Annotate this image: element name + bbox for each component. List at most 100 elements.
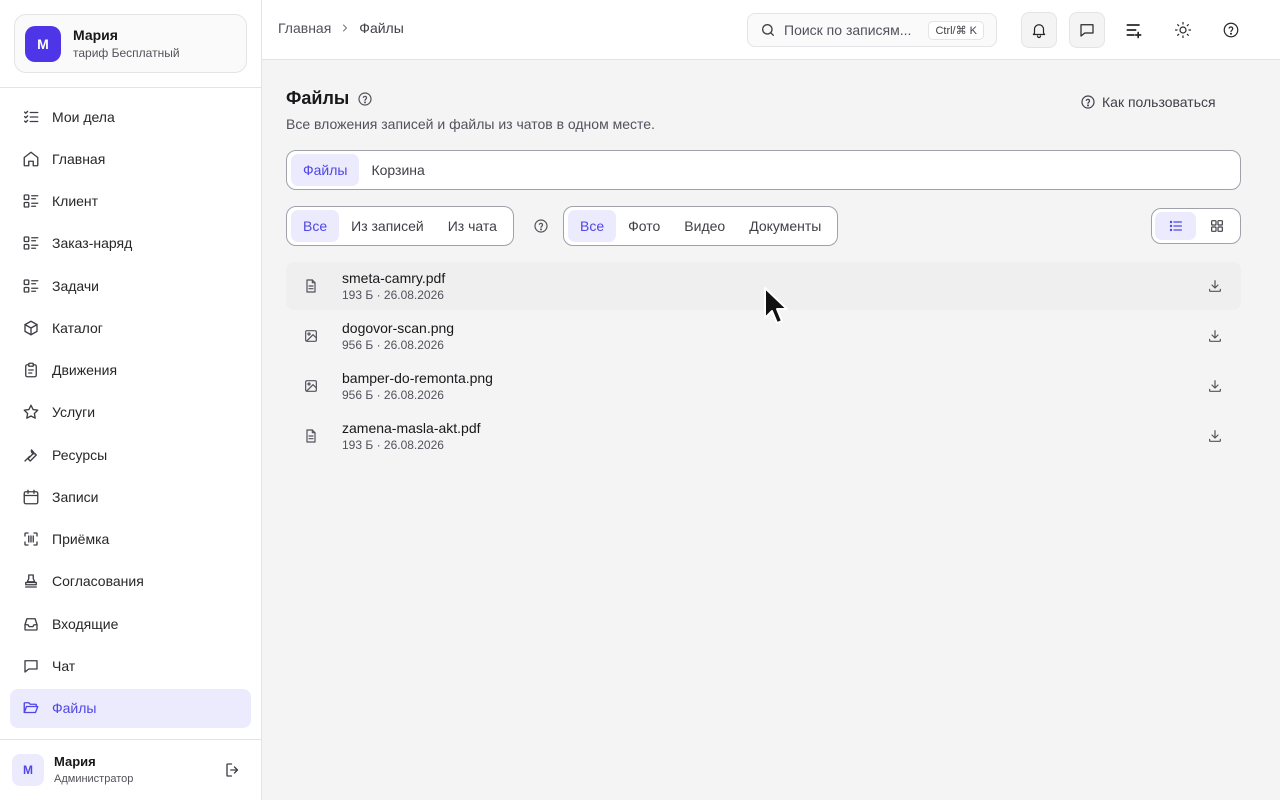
search-shortcut: Ctrl/⌘ K bbox=[928, 21, 984, 40]
type-filter: Все Фото Видео Документы bbox=[563, 206, 839, 246]
sidebar-item-my-tasks[interactable]: Мои дела bbox=[10, 97, 251, 136]
account-name: Мария bbox=[73, 26, 118, 43]
list-view-button[interactable] bbox=[1155, 212, 1196, 240]
chat-icon bbox=[1078, 21, 1096, 39]
sidebar-divider bbox=[0, 739, 261, 740]
download-icon[interactable] bbox=[1205, 376, 1225, 396]
logout-icon[interactable] bbox=[223, 760, 243, 780]
mouse-cursor-icon bbox=[764, 287, 788, 324]
type-filter-photo[interactable]: Фото bbox=[616, 210, 672, 242]
download-icon[interactable] bbox=[1205, 276, 1225, 296]
help-icon[interactable] bbox=[533, 218, 549, 234]
breadcrumb: Главная Файлы bbox=[278, 20, 404, 36]
checklist-icon bbox=[22, 108, 40, 126]
page-subtitle: Все вложения записей и файлы из чатов в … bbox=[286, 116, 655, 132]
source-filter-chat[interactable]: Из чата bbox=[436, 210, 509, 242]
sidebar: М Мария тариф Бесплатный Мои дела Главна… bbox=[0, 0, 262, 800]
image-icon bbox=[294, 319, 328, 353]
bell-icon bbox=[1030, 21, 1048, 39]
sidebar-item-work-order[interactable]: Заказ-наряд bbox=[10, 224, 251, 263]
sidebar-item-label: Файлы bbox=[52, 700, 97, 717]
tab-files[interactable]: Файлы bbox=[291, 154, 360, 186]
sidebar-item-label: Задачи bbox=[52, 277, 100, 294]
sidebar-item-tasks[interactable]: Задачи bbox=[10, 266, 251, 305]
account-switcher[interactable]: М Мария тариф Бесплатный bbox=[14, 14, 247, 73]
file-name: smeta-camry.pdf bbox=[342, 269, 446, 286]
download-icon[interactable] bbox=[1205, 326, 1225, 346]
account-avatar: М bbox=[25, 25, 61, 62]
sidebar-item-label: Согласования bbox=[52, 573, 144, 590]
scan-icon bbox=[22, 530, 40, 548]
home-icon bbox=[22, 150, 40, 168]
account-plan: тариф Бесплатный bbox=[73, 45, 180, 60]
download-icon[interactable] bbox=[1205, 426, 1225, 446]
user-role: Администратор bbox=[54, 772, 134, 785]
sidebar-item-chat[interactable]: Чат bbox=[10, 646, 251, 685]
sidebar-item-client[interactable]: Клиент bbox=[10, 182, 251, 221]
sidebar-item-label: Ресурсы bbox=[52, 446, 108, 463]
messages-button[interactable] bbox=[1069, 12, 1105, 48]
sidebar-item-inbox[interactable]: Входящие bbox=[10, 604, 251, 643]
how-to-use-link[interactable]: Как пользоваться bbox=[1080, 94, 1216, 110]
sidebar-item-label: Мои дела bbox=[52, 108, 115, 125]
search-placeholder: Поиск по записям... bbox=[784, 22, 912, 38]
wrench-icon bbox=[22, 446, 40, 464]
sidebar-item-label: Клиент bbox=[52, 193, 99, 210]
source-filter: Все Из записей Из чата bbox=[286, 206, 514, 246]
sidebar-item-catalog[interactable]: Каталог bbox=[10, 308, 251, 347]
page-title-row: Файлы bbox=[286, 88, 373, 109]
sidebar-item-label: Приёмка bbox=[52, 531, 110, 548]
stamp-icon bbox=[22, 572, 40, 590]
chevron-right-icon bbox=[339, 22, 351, 34]
source-filter-all[interactable]: Все bbox=[291, 210, 340, 242]
help-icon[interactable] bbox=[357, 91, 373, 107]
theme-toggle-button[interactable] bbox=[1165, 12, 1201, 48]
help-icon bbox=[1222, 21, 1240, 39]
type-filter-video[interactable]: Видео bbox=[672, 210, 737, 242]
list-add-icon bbox=[1124, 20, 1144, 40]
sidebar-item-label: Движения bbox=[52, 362, 118, 379]
type-filter-all[interactable]: Все bbox=[568, 210, 617, 242]
clipboard-icon bbox=[22, 361, 40, 379]
breadcrumb-home[interactable]: Главная bbox=[278, 20, 331, 36]
tabs: Файлы Корзина bbox=[286, 150, 1241, 190]
sidebar-item-label: Записи bbox=[52, 488, 99, 505]
file-name: zamena-masla-akt.pdf bbox=[342, 419, 481, 436]
image-icon bbox=[294, 369, 328, 403]
list-item[interactable]: zamena-masla-akt.pdf 193 Б · 26.08.2026 bbox=[286, 412, 1241, 460]
sidebar-item-home[interactable]: Главная bbox=[10, 139, 251, 178]
search-input[interactable]: Поиск по записям... Ctrl/⌘ K bbox=[747, 13, 997, 47]
list-item[interactable]: bamper-do-remonta.png 956 Б · 26.08.2026 bbox=[286, 362, 1241, 410]
sidebar-item-movements[interactable]: Движения bbox=[10, 351, 251, 390]
user-profile: М Мария Администратор bbox=[12, 752, 247, 788]
list-icon bbox=[1168, 218, 1184, 234]
breadcrumb-current: Файлы bbox=[359, 20, 404, 36]
sidebar-item-label: Услуги bbox=[52, 404, 96, 421]
tab-trash[interactable]: Корзина bbox=[359, 154, 436, 186]
file-meta: 193 Б · 26.08.2026 bbox=[342, 437, 444, 452]
document-icon bbox=[294, 269, 328, 303]
sidebar-item-label: Каталог bbox=[52, 319, 103, 336]
list-details-icon bbox=[22, 192, 40, 210]
list-details-icon bbox=[22, 277, 40, 295]
sidebar-item-label: Заказ-наряд bbox=[52, 235, 133, 252]
help-button[interactable] bbox=[1213, 12, 1249, 48]
sidebar-item-label: Главная bbox=[52, 150, 106, 167]
file-meta: 193 Б · 26.08.2026 bbox=[342, 287, 444, 302]
package-icon bbox=[22, 319, 40, 337]
sidebar-item-resources[interactable]: Ресурсы bbox=[10, 435, 251, 474]
source-filter-records[interactable]: Из записей bbox=[339, 210, 436, 242]
grid-view-button[interactable] bbox=[1196, 212, 1237, 240]
sidebar-nav: Мои дела Главная Клиент Заказ-наряд Зада… bbox=[10, 97, 251, 731]
type-filter-documents[interactable]: Документы bbox=[737, 210, 833, 242]
notifications-button[interactable] bbox=[1021, 12, 1057, 48]
add-task-button[interactable] bbox=[1116, 12, 1152, 48]
sidebar-item-appointments[interactable]: Записи bbox=[10, 477, 251, 516]
sidebar-item-services[interactable]: Услуги bbox=[10, 393, 251, 432]
document-icon bbox=[294, 419, 328, 453]
sidebar-item-intake[interactable]: Приёмка bbox=[10, 520, 251, 559]
file-name: dogovor-scan.png bbox=[342, 319, 455, 336]
sidebar-item-approvals[interactable]: Согласования bbox=[10, 562, 251, 601]
sidebar-item-files[interactable]: Файлы bbox=[10, 688, 251, 728]
grid-icon bbox=[1209, 218, 1225, 234]
